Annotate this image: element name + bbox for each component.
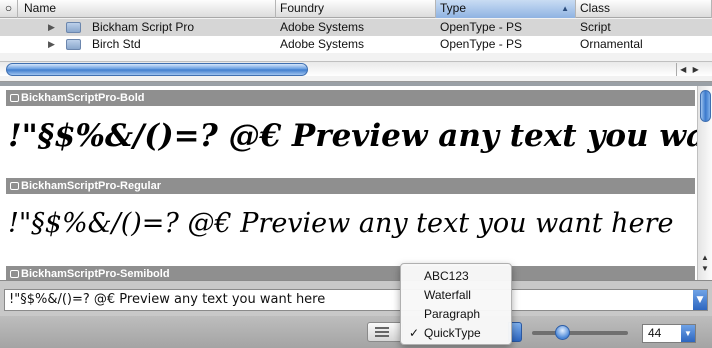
lock-icon [10, 182, 19, 190]
sample-text-input[interactable]: !"§$%&/()=? @€ Preview any text you want… [4, 289, 708, 311]
chevron-down-icon[interactable]: ▼ [681, 325, 695, 342]
list-view-icon [375, 327, 389, 337]
bottom-toolbar: 44 ▼ [0, 316, 712, 348]
column-header-name[interactable]: Name [18, 0, 276, 18]
column-header-class[interactable]: Class [576, 0, 712, 18]
font-preview-pane: BickhamScriptPro-Bold !"§$%&/()=? @€ Pre… [0, 86, 712, 280]
font-family-icon [66, 39, 81, 50]
table-row[interactable]: ▶ Bickham Script Pro Adobe Systems OpenTy… [0, 19, 712, 36]
radio-icon: ○ [4, 1, 13, 15]
sample-text-bold: !"§$%&/()=? @€ Preview any text you want… [8, 118, 712, 154]
menu-item-quicktype[interactable]: ✓ QuickType [401, 324, 511, 343]
disclosure-triangle-icon[interactable]: ▶ [48, 19, 55, 36]
checkmark-icon: ✓ [409, 326, 420, 340]
horizontal-scrollbar[interactable]: ◀ ▶ [0, 61, 712, 76]
font-name: Bickham Script Pro [92, 20, 195, 34]
column-header-type-label: Type [440, 1, 467, 15]
font-type: OpenType - PS [440, 20, 523, 34]
table-header: ○ Name Foundry Type ▲ Class [0, 0, 712, 18]
sample-text-value: !"§$%&/()=? @€ Preview any text you want… [9, 292, 326, 307]
view-mode-button[interactable] [367, 322, 403, 342]
sort-ascending-icon: ▲ [561, 4, 569, 13]
menu-item-abc123[interactable]: ABC123 [401, 267, 511, 286]
font-class: Ornamental [580, 37, 643, 51]
sample-text-regular: !"§$%&/()=? @€ Preview any text you want… [8, 208, 674, 239]
select-column-header[interactable]: ○ [0, 0, 18, 18]
menu-item-waterfall[interactable]: Waterfall [401, 286, 511, 305]
font-size-value: 44 [648, 326, 662, 340]
scroll-left-icon[interactable]: ◀ [680, 63, 686, 76]
lock-icon [10, 94, 19, 102]
font-type: OpenType - PS [440, 37, 523, 51]
horizontal-scroll-thumb[interactable] [6, 63, 308, 76]
scroll-right-icon[interactable]: ▶ [693, 63, 699, 76]
disclosure-triangle-icon[interactable]: ▶ [48, 36, 55, 53]
scroll-down-icon[interactable]: ▼ [699, 263, 711, 274]
lock-icon [10, 270, 19, 278]
vertical-scrollbar[interactable]: ▲ ▼ [697, 86, 712, 280]
sample-header: BickhamScriptPro-Bold [6, 90, 695, 106]
column-header-foundry[interactable]: Foundry [276, 0, 436, 18]
table-row[interactable]: ▶ Birch Std Adobe Systems OpenType - PS O… [0, 36, 712, 53]
font-family-icon [66, 22, 81, 33]
sample-text-bar: !"§$%&/()=? @€ Preview any text you want… [0, 280, 712, 316]
chevron-down-icon[interactable]: ▼ [693, 290, 707, 310]
font-list-table: ○ Name Foundry Type ▲ Class ▶ Bickham Scri… [0, 0, 712, 82]
sample-header: BickhamScriptPro-Semibold [6, 266, 695, 280]
font-size-field[interactable]: 44 ▼ [642, 324, 696, 343]
scroll-up-icon[interactable]: ▲ [699, 252, 711, 263]
font-size-slider-knob[interactable] [555, 325, 570, 340]
vertical-scroll-arrows[interactable]: ▲ ▼ [699, 252, 711, 274]
font-class: Script [580, 20, 611, 34]
scroll-arrows[interactable]: ◀ ▶ [676, 63, 702, 76]
font-size-slider[interactable] [532, 331, 628, 335]
column-header-type[interactable]: Type ▲ [436, 0, 576, 18]
menu-item-paragraph[interactable]: Paragraph [401, 305, 511, 324]
vertical-scroll-thumb[interactable] [700, 90, 711, 122]
preview-mode-menu: ABC123 Waterfall Paragraph ✓ QuickType [400, 263, 512, 345]
font-foundry: Adobe Systems [280, 20, 365, 34]
font-name: Birch Std [92, 37, 141, 51]
font-foundry: Adobe Systems [280, 37, 365, 51]
sample-header: BickhamScriptPro-Regular [6, 178, 695, 194]
